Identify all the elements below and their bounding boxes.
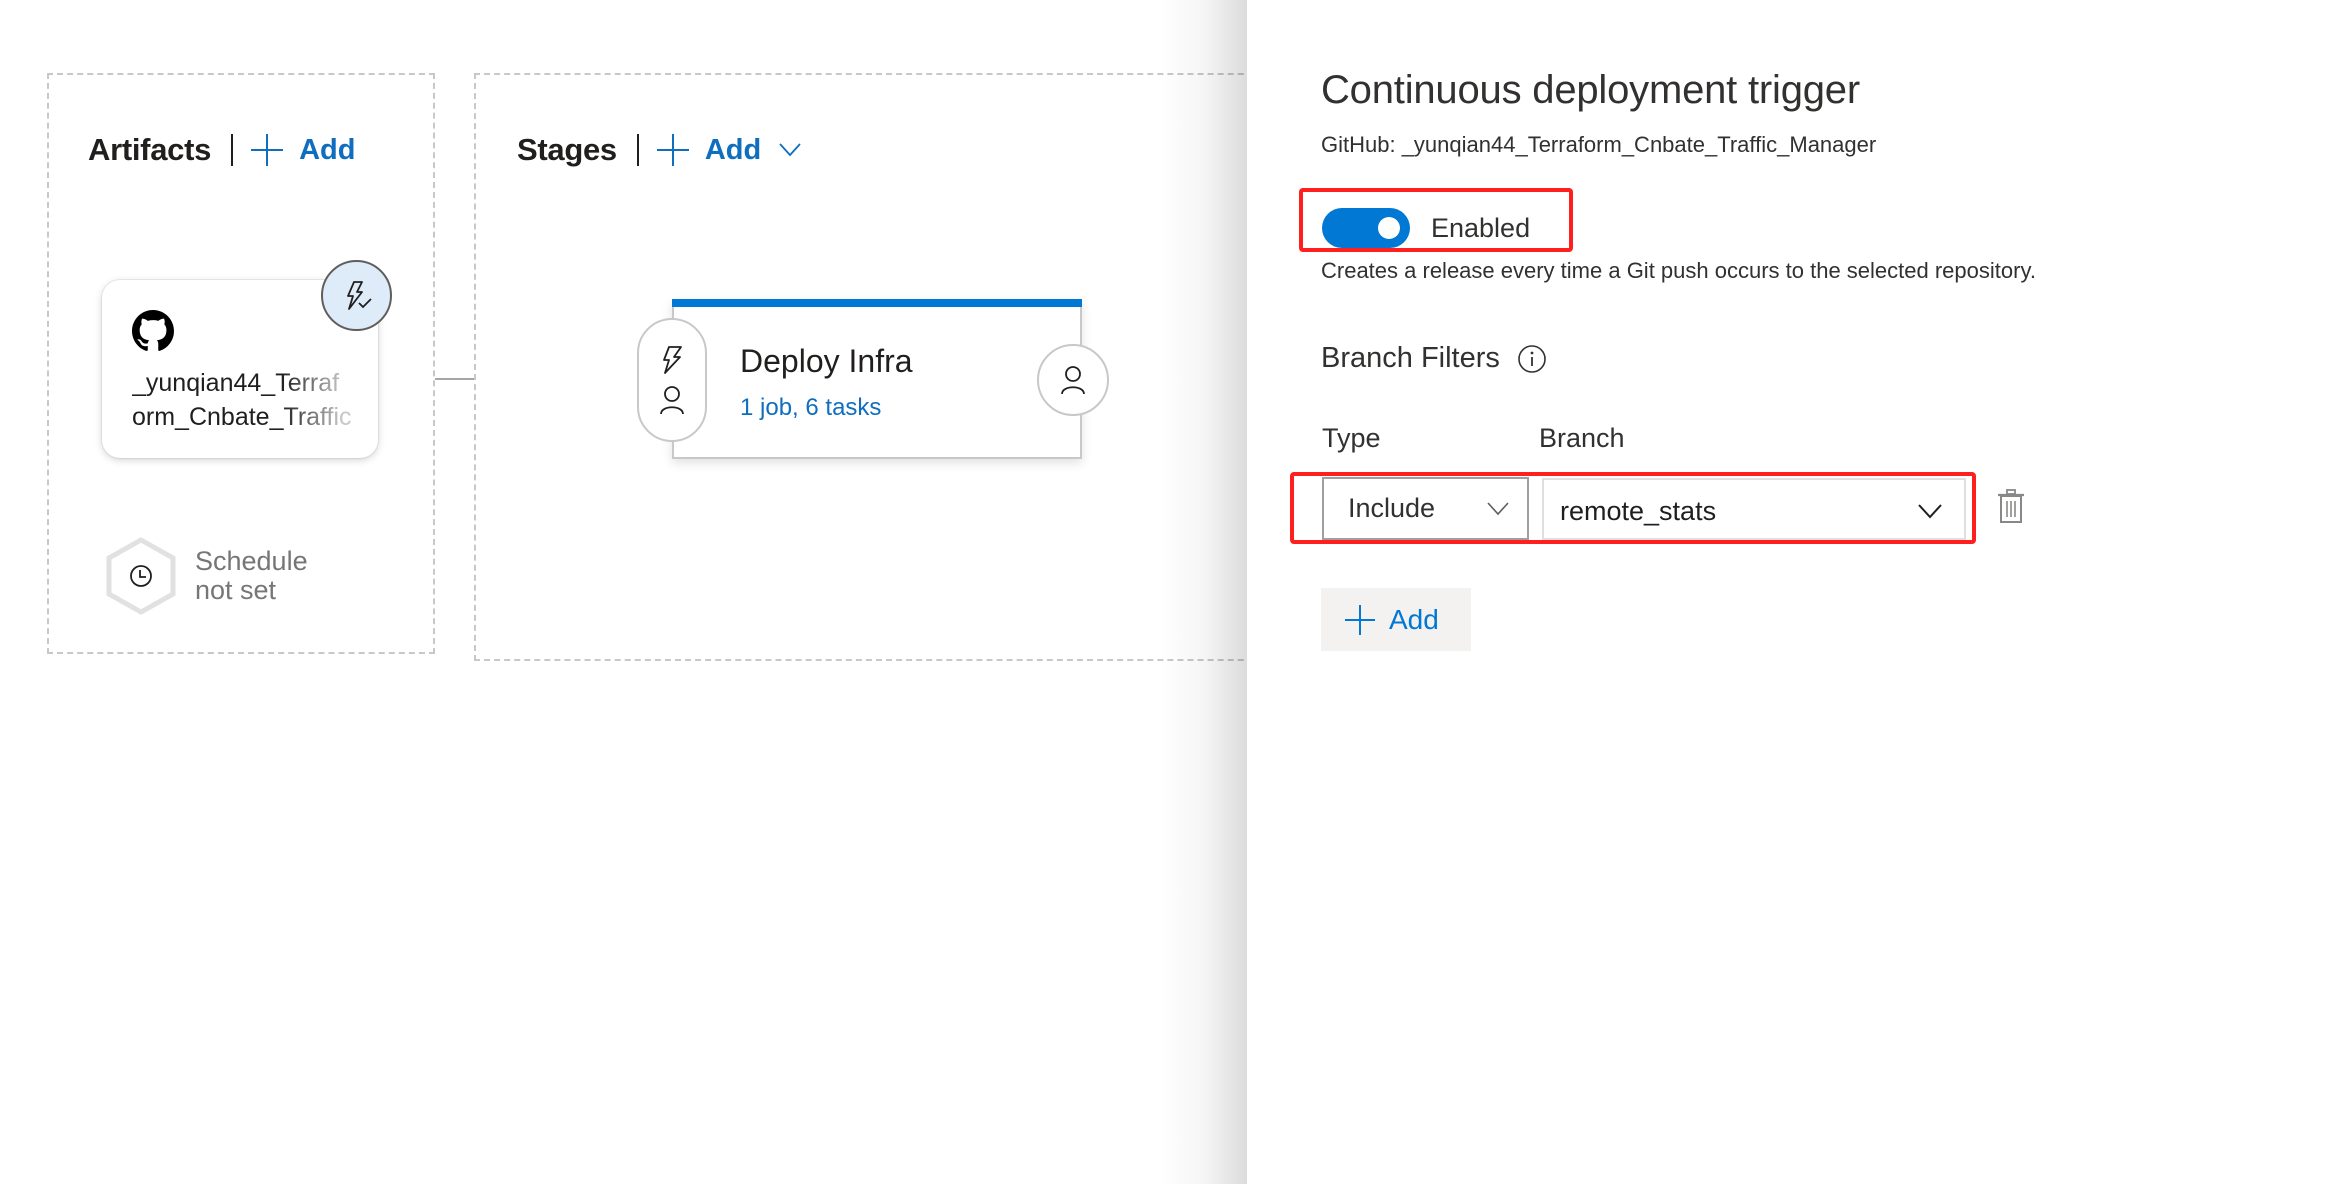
schedule-line-2: not set	[195, 575, 277, 605]
toggle-switch[interactable]	[1322, 208, 1410, 248]
plus-icon	[1345, 604, 1375, 635]
schedule-hexagon	[106, 537, 176, 615]
artifacts-title: Artifacts	[88, 132, 212, 167]
info-icon[interactable]	[1516, 343, 1548, 375]
schedule-status: Schedule not set	[195, 547, 308, 605]
toggle-description: Creates a release every time a Git push …	[1321, 258, 2036, 283]
lightning-check-icon	[346, 280, 372, 310]
stage-status-bar	[672, 299, 1082, 307]
plus-icon	[251, 134, 284, 166]
pre-deployment-conditions-button[interactable]	[637, 318, 707, 442]
stages-title: Stages	[517, 132, 617, 167]
header-divider	[636, 134, 639, 166]
continuous-deployment-trigger-button[interactable]	[321, 260, 392, 331]
github-icon	[132, 310, 174, 351]
person-icon	[660, 386, 684, 415]
panel-shadow	[1160, 0, 1248, 1184]
plus-icon	[656, 134, 689, 166]
stage-tasks-link[interactable]: 1 job, 6 tasks	[740, 394, 881, 422]
schedule-line-1: Schedule	[195, 546, 308, 576]
person-icon	[1061, 366, 1085, 395]
stage-name: Deploy Infra	[740, 343, 913, 379]
lightning-icon	[663, 346, 682, 374]
artifact-name: _yunqian44_Terraform_Cnbate_Traffic_Mana…	[132, 369, 352, 431]
artifact-stage-connector	[435, 378, 474, 380]
enable-trigger-toggle[interactable]: Enabled	[1322, 208, 1530, 248]
panel-title: Continuous deployment trigger	[1321, 68, 1860, 112]
stage-card[interactable]: Deploy Infra 1 job, 6 tasks	[672, 299, 1082, 459]
schedule-trigger[interactable]: Schedule not set	[105, 537, 308, 615]
add-branch-filter-button[interactable]: Add	[1321, 588, 1471, 651]
toggle-knob	[1378, 217, 1400, 239]
chevron-down-icon[interactable]	[1918, 503, 1942, 519]
branch-value: remote_stats	[1560, 495, 1717, 526]
add-stage-button[interactable]: Add	[656, 133, 801, 167]
toggle-label: Enabled	[1431, 212, 1531, 243]
header-divider	[231, 134, 234, 166]
trigger-settings-panel: Continuous deployment trigger GitHub: _y…	[1247, 0, 2325, 1184]
add-filter-label: Add	[1389, 603, 1439, 635]
chevron-down-icon	[1487, 501, 1509, 515]
filter-type-value: Include	[1348, 493, 1436, 523]
type-column-label: Type	[1322, 423, 1381, 453]
add-artifact-label: Add	[299, 133, 356, 166]
add-artifact-button[interactable]: Add	[251, 134, 355, 167]
panel-subtitle: GitHub: _yunqian44_Terraform_Cnbate_Traf…	[1321, 132, 1877, 157]
branch-column-label: Branch	[1539, 423, 1625, 453]
post-deployment-conditions-button[interactable]	[1037, 344, 1109, 416]
add-stage-label: Add	[704, 133, 762, 166]
branch-combobox[interactable]: remote_stats	[1542, 478, 1966, 540]
branch-filters-title: Branch Filters	[1321, 342, 1500, 374]
artifacts-header: Artifacts Add	[88, 128, 355, 172]
filter-type-dropdown[interactable]: Include	[1322, 477, 1529, 540]
stages-header: Stages Add	[517, 128, 801, 172]
trash-icon[interactable]	[1995, 488, 2027, 524]
chevron-down-icon	[779, 143, 801, 157]
branch-filters-heading: Branch Filters	[1321, 342, 1548, 375]
